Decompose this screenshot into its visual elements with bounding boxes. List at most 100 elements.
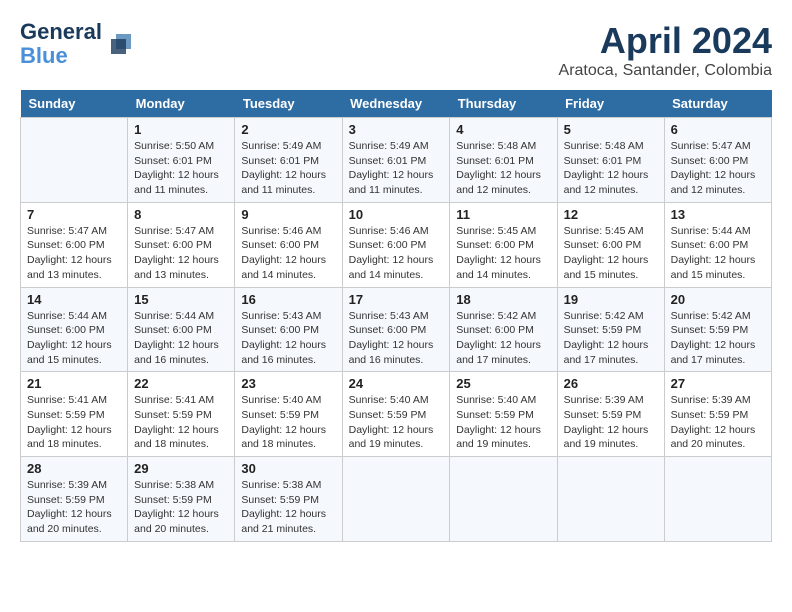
day-info: Sunrise: 5:50 AM Sunset: 6:01 PM Dayligh… bbox=[134, 139, 228, 198]
day-number: 27 bbox=[671, 376, 765, 391]
day-number: 21 bbox=[27, 376, 121, 391]
day-info: Sunrise: 5:45 AM Sunset: 6:00 PM Dayligh… bbox=[564, 224, 658, 283]
calendar-cell: 14Sunrise: 5:44 AM Sunset: 6:00 PM Dayli… bbox=[21, 287, 128, 372]
day-info: Sunrise: 5:45 AM Sunset: 6:00 PM Dayligh… bbox=[456, 224, 550, 283]
calendar-cell: 19 Sunrise: 5:42 AM Sunset: 5:59 PM Dayli… bbox=[557, 287, 664, 372]
weekday-header-friday: Friday bbox=[557, 90, 664, 118]
calendar-table: SundayMondayTuesdayWednesdayThursdayFrid… bbox=[20, 90, 772, 542]
calendar-week-row: 21 Sunrise: 5:41 AM Sunset: 5:59 PM Dayli… bbox=[21, 372, 772, 457]
weekday-header-saturday: Saturday bbox=[664, 90, 771, 118]
day-number: 12 bbox=[564, 207, 658, 222]
day-info: Sunrise: 5:41 AM Sunset: 5:59 PM Dayligh… bbox=[27, 393, 121, 452]
day-number: 13 bbox=[671, 207, 765, 222]
calendar-cell: 7 Sunrise: 5:47 AM Sunset: 6:00 PM Daylig… bbox=[21, 202, 128, 287]
day-number: 4 bbox=[456, 122, 550, 137]
calendar-cell: 1 Sunrise: 5:50 AM Sunset: 6:01 PM Daylig… bbox=[128, 118, 235, 203]
calendar-cell: 11 Sunrise: 5:45 AM Sunset: 6:00 PM Dayli… bbox=[450, 202, 557, 287]
calendar-cell: 23 Sunrise: 5:40 AM Sunset: 5:59 PM Dayli… bbox=[235, 372, 342, 457]
day-info: Sunrise: 5:39 AM Sunset: 5:59 PM Dayligh… bbox=[671, 393, 765, 452]
calendar-cell bbox=[557, 457, 664, 542]
day-info: Sunrise: 5:47 AM Sunset: 6:00 PM Dayligh… bbox=[134, 224, 228, 283]
calendar-cell: 24 Sunrise: 5:40 AM Sunset: 5:59 PM Dayli… bbox=[342, 372, 450, 457]
calendar-cell: 4 Sunrise: 5:48 AM Sunset: 6:01 PM Daylig… bbox=[450, 118, 557, 203]
day-number: 23 bbox=[241, 376, 335, 391]
calendar-cell: 2Sunrise: 5:49 AM Sunset: 6:01 PM Daylig… bbox=[235, 118, 342, 203]
day-info: Sunrise: 5:39 AM Sunset: 5:59 PM Dayligh… bbox=[564, 393, 658, 452]
day-info: Sunrise: 5:42 AM Sunset: 5:59 PM Dayligh… bbox=[671, 309, 765, 368]
title-block: April 2024 Aratoca, Santander, Colombia bbox=[559, 20, 772, 80]
calendar-cell bbox=[450, 457, 557, 542]
day-info: Sunrise: 5:49 AM Sunset: 6:01 PM Dayligh… bbox=[349, 139, 444, 198]
calendar-cell: 13 Sunrise: 5:44 AM Sunset: 6:00 PM Dayli… bbox=[664, 202, 771, 287]
logo-text: GeneralBlue bbox=[20, 20, 102, 68]
day-number: 1 bbox=[134, 122, 228, 137]
day-number: 24 bbox=[349, 376, 444, 391]
day-number: 7 bbox=[27, 207, 121, 222]
day-number: 8 bbox=[134, 207, 228, 222]
day-number: 9 bbox=[241, 207, 335, 222]
calendar-cell: 25Sunrise: 5:40 AM Sunset: 5:59 PM Dayli… bbox=[450, 372, 557, 457]
calendar-cell: 10Sunrise: 5:46 AM Sunset: 6:00 PM Dayli… bbox=[342, 202, 450, 287]
calendar-cell: 16 Sunrise: 5:43 AM Sunset: 6:00 PM Dayli… bbox=[235, 287, 342, 372]
day-number: 18 bbox=[456, 292, 550, 307]
day-info: Sunrise: 5:42 AM Sunset: 6:00 PM Dayligh… bbox=[456, 309, 550, 368]
calendar-cell: 9 Sunrise: 5:46 AM Sunset: 6:00 PM Daylig… bbox=[235, 202, 342, 287]
weekday-header-sunday: Sunday bbox=[21, 90, 128, 118]
calendar-cell: 26 Sunrise: 5:39 AM Sunset: 5:59 PM Dayli… bbox=[557, 372, 664, 457]
calendar-cell: 22Sunrise: 5:41 AM Sunset: 5:59 PM Dayli… bbox=[128, 372, 235, 457]
logo-icon bbox=[106, 29, 136, 59]
calendar-cell: 28 Sunrise: 5:39 AM Sunset: 5:59 PM Dayli… bbox=[21, 457, 128, 542]
calendar-body: 1 Sunrise: 5:50 AM Sunset: 6:01 PM Daylig… bbox=[21, 118, 772, 542]
day-info: Sunrise: 5:40 AM Sunset: 5:59 PM Dayligh… bbox=[349, 393, 444, 452]
calendar-week-row: 14 Sunrise: 5:44 AM Sunset: 6:00 PM Dayli… bbox=[21, 287, 772, 372]
location-title: Aratoca, Santander, Colombia bbox=[559, 62, 772, 80]
calendar-week-row: 1 Sunrise: 5:50 AM Sunset: 6:01 PM Daylig… bbox=[21, 118, 772, 203]
day-info: Sunrise: 5:48 AM Sunset: 6:01 PM Dayligh… bbox=[564, 139, 658, 198]
day-info: Sunrise: 5:48 AM Sunset: 6:01 PM Dayligh… bbox=[456, 139, 550, 198]
day-info: Sunrise: 5:44 AM Sunset: 6:00 PM Dayligh… bbox=[671, 224, 765, 283]
calendar-week-row: 28 Sunrise: 5:39 AM Sunset: 5:59 PM Dayli… bbox=[21, 457, 772, 542]
calendar-cell bbox=[21, 118, 128, 203]
day-number: 10 bbox=[349, 207, 444, 222]
calendar-cell: 30Sunrise: 5:38 AM Sunset: 5:59 PM Dayli… bbox=[235, 457, 342, 542]
calendar-week-row: 7 Sunrise: 5:47 AM Sunset: 6:00 PM Daylig… bbox=[21, 202, 772, 287]
calendar-cell: 3Sunrise: 5:49 AM Sunset: 6:01 PM Daylig… bbox=[342, 118, 450, 203]
day-info: Sunrise: 5:47 AM Sunset: 6:00 PM Dayligh… bbox=[671, 139, 765, 198]
day-info: Sunrise: 5:43 AM Sunset: 6:00 PM Dayligh… bbox=[241, 309, 335, 368]
day-info: Sunrise: 5:40 AM Sunset: 5:59 PM Dayligh… bbox=[456, 393, 550, 452]
day-number: 11 bbox=[456, 207, 550, 222]
day-number: 15 bbox=[134, 292, 228, 307]
day-number: 16 bbox=[241, 292, 335, 307]
calendar-cell: 5 Sunrise: 5:48 AM Sunset: 6:01 PM Daylig… bbox=[557, 118, 664, 203]
calendar-cell: 15 Sunrise: 5:44 AM Sunset: 6:00 PM Dayli… bbox=[128, 287, 235, 372]
month-title: April 2024 bbox=[559, 20, 772, 62]
day-number: 19 bbox=[564, 292, 658, 307]
day-number: 17 bbox=[349, 292, 444, 307]
page-header: GeneralBlue April 2024 Aratoca, Santande… bbox=[20, 20, 772, 80]
day-info: Sunrise: 5:47 AM Sunset: 6:00 PM Dayligh… bbox=[27, 224, 121, 283]
day-number: 2 bbox=[241, 122, 335, 137]
day-info: Sunrise: 5:43 AM Sunset: 6:00 PM Dayligh… bbox=[349, 309, 444, 368]
weekday-header-thursday: Thursday bbox=[450, 90, 557, 118]
day-info: Sunrise: 5:39 AM Sunset: 5:59 PM Dayligh… bbox=[27, 478, 121, 537]
day-info: Sunrise: 5:44 AM Sunset: 6:00 PM Dayligh… bbox=[134, 309, 228, 368]
calendar-cell: 20Sunrise: 5:42 AM Sunset: 5:59 PM Dayli… bbox=[664, 287, 771, 372]
day-number: 5 bbox=[564, 122, 658, 137]
day-info: Sunrise: 5:46 AM Sunset: 6:00 PM Dayligh… bbox=[241, 224, 335, 283]
calendar-cell: 17 Sunrise: 5:43 AM Sunset: 6:00 PM Dayli… bbox=[342, 287, 450, 372]
day-number: 28 bbox=[27, 461, 121, 476]
calendar-cell: 29Sunrise: 5:38 AM Sunset: 5:59 PM Dayli… bbox=[128, 457, 235, 542]
day-info: Sunrise: 5:42 AM Sunset: 5:59 PM Dayligh… bbox=[564, 309, 658, 368]
day-number: 30 bbox=[241, 461, 335, 476]
day-number: 6 bbox=[671, 122, 765, 137]
day-info: Sunrise: 5:41 AM Sunset: 5:59 PM Dayligh… bbox=[134, 393, 228, 452]
calendar-cell: 6 Sunrise: 5:47 AM Sunset: 6:00 PM Daylig… bbox=[664, 118, 771, 203]
weekday-header-wednesday: Wednesday bbox=[342, 90, 450, 118]
day-number: 14 bbox=[27, 292, 121, 307]
weekday-header-monday: Monday bbox=[128, 90, 235, 118]
calendar-cell: 12 Sunrise: 5:45 AM Sunset: 6:00 PM Dayli… bbox=[557, 202, 664, 287]
day-info: Sunrise: 5:38 AM Sunset: 5:59 PM Dayligh… bbox=[134, 478, 228, 537]
day-info: Sunrise: 5:40 AM Sunset: 5:59 PM Dayligh… bbox=[241, 393, 335, 452]
day-number: 26 bbox=[564, 376, 658, 391]
calendar-header-row: SundayMondayTuesdayWednesdayThursdayFrid… bbox=[21, 90, 772, 118]
